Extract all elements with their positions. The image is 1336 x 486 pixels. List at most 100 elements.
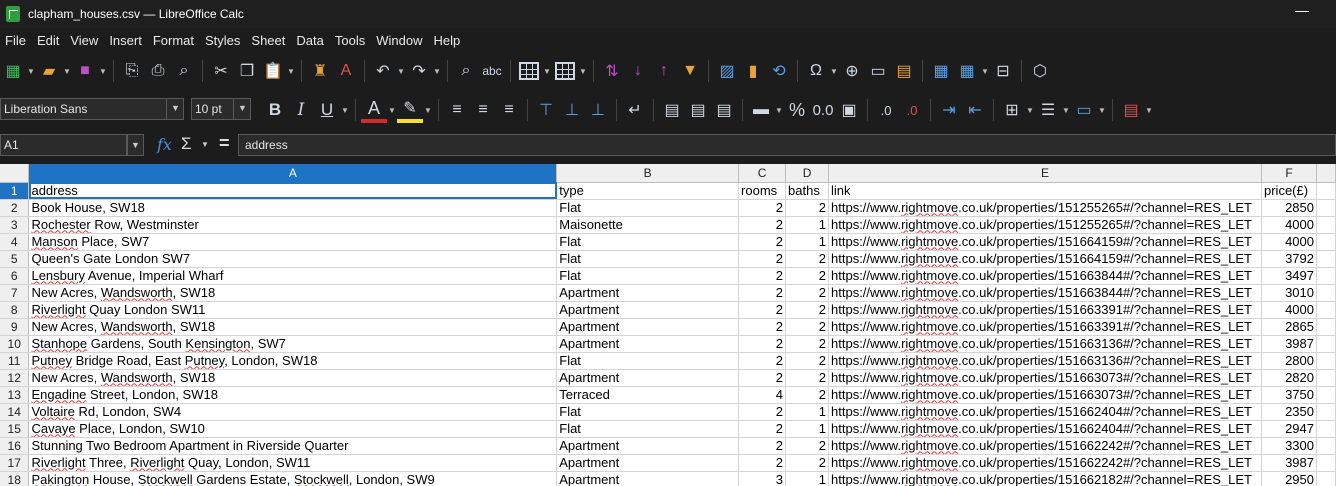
cell[interactable]: https://www.rightmove.co.uk/properties/1… — [828, 284, 1262, 302]
border-style-icon[interactable]: ☰ — [1035, 97, 1061, 123]
cell[interactable]: 2 — [738, 437, 787, 455]
cell[interactable]: Pakington House, Stockwell Gardens Estat… — [28, 471, 558, 486]
cell[interactable]: 2 — [785, 454, 830, 472]
percent-button[interactable]: % — [784, 97, 810, 123]
headers-footers-icon[interactable]: ▤ — [891, 58, 917, 84]
cell[interactable]: 2 — [738, 216, 787, 234]
cell[interactable]: https://www.rightmove.co.uk/properties/1… — [828, 335, 1262, 353]
cell[interactable]: 2 — [785, 267, 830, 285]
cell[interactable]: 2 — [785, 199, 830, 217]
cell[interactable]: Putney Bridge Road, East Putney, London,… — [28, 352, 558, 370]
open-folder-icon[interactable]: ▰ — [36, 58, 62, 84]
row-header[interactable]: 8 — [0, 301, 30, 319]
borders-icon[interactable]: ⊞ — [999, 97, 1025, 123]
borders-dropdown-icon[interactable]: ▼ — [1025, 97, 1035, 123]
cell[interactable]: 2865 — [1261, 318, 1317, 336]
cell[interactable]: Manson Place, SW7 — [28, 233, 558, 251]
cell[interactable]: 2 — [738, 284, 787, 302]
cell[interactable]: price(£) — [1261, 182, 1317, 200]
cell[interactable]: Engadine Street, London, SW18 — [28, 386, 558, 404]
row-header[interactable]: 13 — [0, 386, 30, 404]
cell[interactable] — [1316, 284, 1336, 302]
hyperlink-icon[interactable]: ⊕ — [839, 58, 865, 84]
autofilter-icon[interactable]: ▼ — [677, 58, 703, 84]
cell[interactable]: Apartment — [556, 301, 740, 319]
row-dropdown-icon[interactable]: ▼ — [542, 58, 552, 84]
cell[interactable]: 3010 — [1261, 284, 1317, 302]
special-character-dropdown-icon[interactable]: ▼ — [829, 58, 839, 84]
cell[interactable] — [1316, 369, 1336, 387]
clear-formatting-icon[interactable]: A — [333, 58, 359, 84]
cell[interactable] — [1316, 403, 1336, 421]
cell[interactable]: Queen's Gate London SW7 — [28, 250, 558, 268]
select-all-corner[interactable] — [0, 164, 30, 183]
row-header[interactable]: 16 — [0, 437, 30, 455]
split-window-icon[interactable]: ⊟ — [990, 58, 1016, 84]
align-right-icon[interactable]: ≡ — [496, 97, 522, 123]
cell[interactable]: Apartment — [556, 318, 740, 336]
cell[interactable] — [1316, 301, 1336, 319]
formula-icon[interactable]: = — [219, 133, 230, 154]
font-name-box[interactable]: Liberation Sans — [0, 98, 184, 120]
name-box[interactable]: A1 — [0, 134, 127, 156]
menu-insert[interactable]: Insert — [109, 33, 142, 48]
wrap-text-icon[interactable]: ↵ — [622, 97, 648, 123]
sort-icon[interactable]: ⇅ — [599, 58, 625, 84]
formula-input[interactable]: address — [238, 134, 1336, 156]
cell[interactable]: Flat — [556, 352, 740, 370]
save-dropdown-icon[interactable]: ▼ — [98, 58, 108, 84]
cell[interactable]: 1 — [785, 233, 830, 251]
copy-icon[interactable]: ❐ — [234, 58, 260, 84]
cell[interactable]: https://www.rightmove.co.uk/properties/1… — [828, 471, 1262, 486]
align-top-icon[interactable]: ⊤ — [533, 97, 559, 123]
cell[interactable]: 2 — [738, 454, 787, 472]
cell[interactable]: https://www.rightmove.co.uk/properties/1… — [828, 420, 1262, 438]
sum-icon[interactable]: Σ — [181, 134, 192, 154]
add-decimal-place-icon[interactable]: .0 — [873, 97, 899, 123]
redo-dropdown-icon[interactable]: ▼ — [432, 58, 442, 84]
spreadsheet-grid[interactable]: ABCDEF 1 address type rooms baths link price(£… — [0, 164, 1336, 486]
cell[interactable]: 2 — [785, 284, 830, 302]
cell[interactable]: Riverlight Quay London SW11 — [28, 301, 558, 319]
save-icon[interactable]: ■ — [72, 58, 98, 84]
cell[interactable]: 2 — [738, 250, 787, 268]
cell[interactable]: baths — [785, 182, 830, 200]
border-style-dropdown-icon[interactable]: ▼ — [1061, 97, 1071, 123]
cell[interactable]: Apartment — [556, 437, 740, 455]
cell[interactable]: Stanhope Gardens, South Kensington, SW7 — [28, 335, 558, 353]
spelling-icon[interactable]: abc — [479, 58, 505, 84]
insert-image-icon[interactable]: ▨ — [714, 58, 740, 84]
merge-center-icon[interactable]: ▤ — [659, 97, 685, 123]
highlight-dropdown-icon[interactable]: ▼ — [423, 97, 433, 123]
cell[interactable]: 2950 — [1261, 471, 1317, 486]
row-header[interactable]: 10 — [0, 335, 30, 353]
menu-view[interactable]: View — [70, 33, 98, 48]
cell[interactable]: 2 — [785, 437, 830, 455]
cell[interactable]: 3497 — [1261, 267, 1317, 285]
cell[interactable] — [1316, 335, 1336, 353]
date-format-icon[interactable]: ▣ — [836, 97, 862, 123]
cell[interactable]: 4000 — [1261, 216, 1317, 234]
column-header-c[interactable]: C — [738, 164, 787, 183]
cell[interactable]: 1 — [785, 420, 830, 438]
cell[interactable]: New Acres, Wandsworth, SW18 — [28, 284, 558, 302]
cell[interactable]: https://www.rightmove.co.uk/properties/1… — [828, 250, 1262, 268]
cell[interactable]: 2 — [785, 352, 830, 370]
cell[interactable]: Apartment — [556, 454, 740, 472]
redo-icon[interactable]: ↷ — [406, 58, 432, 84]
cell[interactable]: Voltaire Rd, London, SW4 — [28, 403, 558, 421]
menu-data[interactable]: Data — [296, 33, 323, 48]
special-character-icon[interactable]: Ω — [803, 58, 829, 84]
conditional-formatting-icon[interactable]: ▤ — [1118, 97, 1144, 123]
comment-icon[interactable]: ▭ — [865, 58, 891, 84]
cell[interactable]: Flat — [556, 403, 740, 421]
column-dropdown-icon[interactable]: ▼ — [578, 58, 588, 84]
column-header-d[interactable]: D — [785, 164, 830, 183]
row-header[interactable]: 15 — [0, 420, 30, 438]
insert-chart-icon[interactable]: ▮ — [740, 58, 766, 84]
row-header[interactable]: 2 — [0, 199, 30, 217]
cell[interactable]: 2 — [738, 403, 787, 421]
cell[interactable]: Stunning Two Bedroom Apartment in Rivers… — [28, 437, 558, 455]
underline-dropdown-icon[interactable]: ▼ — [340, 97, 350, 123]
define-print-area-icon[interactable]: ▦ — [928, 58, 954, 84]
